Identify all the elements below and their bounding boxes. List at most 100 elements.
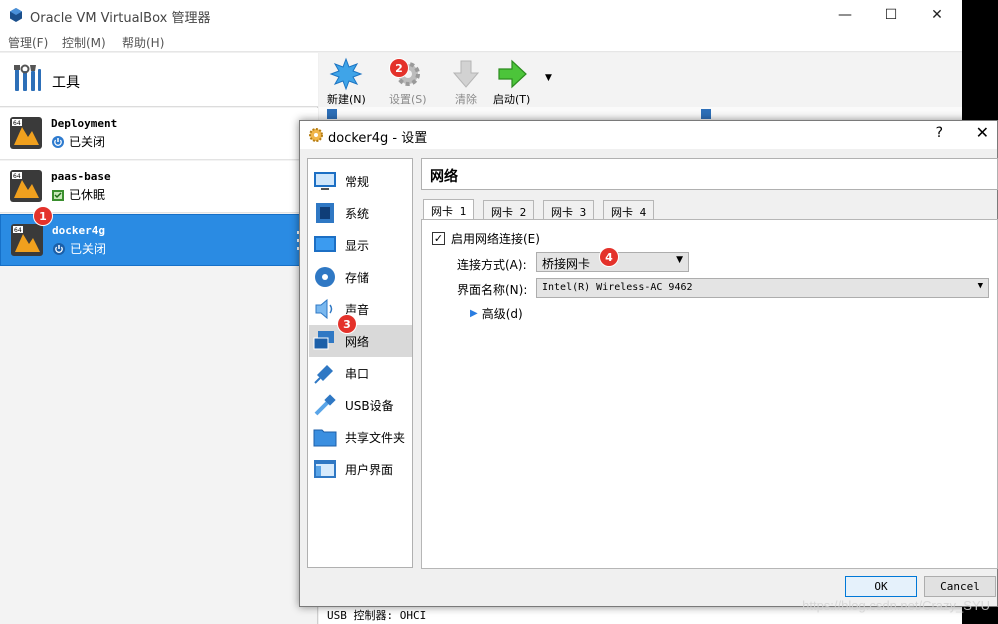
tools-item[interactable]: 工具 [0,53,318,107]
settings-label: 设置(S) [389,93,427,106]
discard-label: 清除 [455,93,477,106]
advanced-label: 高级(d) [481,307,523,321]
tools-label: 工具 [52,75,80,91]
ok-button[interactable]: OK [845,576,917,597]
title-bar: Oracle VM VirtualBox 管理器 — ☐ ✕ [0,0,962,30]
close-window-button[interactable]: ✕ [914,0,960,30]
usb-icon [314,394,336,416]
adapter-tab-content: ✓ 启用网络连接(E) 连接方式(A): 桥接网卡 ▼ 界面名称(N): Int… [421,219,998,569]
enable-adapter-checkbox[interactable]: ✓ [432,232,445,245]
interface-name-value: Intel(R) Wireless-AC 9462 [542,282,693,293]
power-icon [52,135,64,148]
general-section-icon [327,109,337,119]
vm-os-64bit-icon: 64 [10,117,42,149]
start-label: 启动(T) [493,93,531,106]
folder-icon [313,429,337,447]
tab-adapter-4[interactable]: 网卡 4 [603,200,655,220]
annotation-badge-1: 1 [34,207,52,225]
main-toolbar: 新建(N) 设置(S) 清除 启动(T) ▼ [319,53,962,107]
vm-status-text: 已休眠 [69,188,106,202]
vm-item-paas-base[interactable]: 64 paas-base 已休眠 [0,161,318,213]
window-title: Oracle VM VirtualBox 管理器 [30,11,211,26]
vm-os-64bit-icon: 64 [10,170,42,202]
annotation-badge-4: 4 [600,248,618,266]
chevron-down-icon: ▼ [977,281,983,291]
new-vm-button[interactable]: 新建(N) [327,57,366,107]
vm-name: Deployment [51,117,118,130]
svg-text:64: 64 [13,120,21,127]
category-network[interactable]: 网络 [309,325,412,357]
user-interface-icon [314,460,336,478]
tab-adapter-1[interactable]: 网卡 1 [423,199,475,220]
chevron-down-icon: ▼ [676,255,683,265]
menu-bar: 管理(F) 控制(M) 帮助(H) [0,30,962,52]
category-display[interactable]: 显示 [309,229,412,261]
tab-adapter-3[interactable]: 网卡 3 [543,200,595,220]
enable-adapter-label: 启用网络连接(E) [451,232,540,246]
storage-disk-icon [315,267,335,287]
category-label: 用户界面 [345,462,394,477]
advanced-toggle[interactable]: ▶ 高级(d) [470,305,523,322]
new-star-icon [329,57,363,91]
expand-arrow-icon: ▶ [470,308,478,319]
tools-icon [14,64,41,91]
attached-to-label: 连接方式(A): [457,258,527,272]
start-dropdown-icon[interactable]: ▼ [545,73,552,83]
menu-file[interactable]: 管理(F) [8,34,48,51]
category-label: USB设备 [345,398,394,413]
adapter-tabs: 网卡 1 网卡 2 网卡 3 网卡 4 [421,199,998,220]
vm-status: 已关闭 [51,133,105,150]
interface-name-label: 界面名称(N): [457,283,528,297]
category-label: 网络 [345,334,370,349]
arrow-down-icon [452,60,480,88]
svg-text:64: 64 [14,227,22,234]
category-audio[interactable]: 声音 [309,293,412,325]
preview-section-icon [701,109,711,119]
annotation-badge-2: 2 [390,59,408,77]
category-usb[interactable]: USB设备 [309,389,412,421]
display-monitor-icon [314,236,336,252]
vm-os-64bit-icon: 64 [11,224,43,256]
vm-name: paas-base [51,170,111,183]
dialog-close-button[interactable]: ✕ [976,123,989,142]
svg-text:64: 64 [13,173,21,180]
tab-adapter-2[interactable]: 网卡 2 [483,200,535,220]
watermark-text: https://blog.csdn.net/Crazy_SYU [802,598,990,613]
interface-name-select[interactable]: Intel(R) Wireless-AC 9462 ▼ [536,278,989,298]
system-chip-icon [316,203,334,223]
minimize-button[interactable]: — [822,0,868,30]
start-button[interactable]: 启动(T) [493,57,530,107]
vm-name: docker4g [52,224,105,237]
new-vm-label: 新建(N) [327,93,366,106]
network-icon [313,331,334,350]
category-shared-folders[interactable]: 共享文件夹 [309,421,412,453]
vm-item-deployment[interactable]: 64 Deployment 已关闭 [0,108,318,160]
category-label: 常规 [345,174,370,189]
maximize-button[interactable]: ☐ [868,0,914,30]
category-system[interactable]: 系统 [309,197,412,229]
category-user-interface[interactable]: 用户界面 [309,453,412,485]
settings-category-list: 常规 系统 显示 存储 声音 网络 串口 USB设备 共享文件夹 用户界面 [307,158,413,568]
power-icon [53,242,65,255]
category-general[interactable]: 常规 [309,165,412,197]
serial-port-icon [314,365,333,384]
vm-status: 已关闭 [52,240,106,257]
help-button[interactable]: ? [936,125,943,141]
category-storage[interactable]: 存储 [309,261,412,293]
discard-button[interactable]: 清除 [449,57,483,107]
category-label: 共享文件夹 [345,430,406,445]
cancel-button[interactable]: Cancel [924,576,996,597]
settings-gear-icon [309,128,323,142]
menu-help[interactable]: 帮助(H) [122,34,164,51]
vm-status: 已休眠 [51,186,105,203]
settings-dialog: docker4g - 设置 ? ✕ 常规 系统 显示 存储 声音 网络 串口 U… [299,120,998,607]
menu-machine[interactable]: 控制(M) [62,34,106,51]
start-arrow-icon [498,59,527,89]
category-serial[interactable]: 串口 [309,357,412,389]
details-panel-header [319,107,962,121]
vm-status-text: 已关闭 [69,135,106,149]
virtualbox-logo-icon [10,8,22,22]
category-label: 显示 [345,238,370,253]
category-label: 存储 [345,270,370,285]
dialog-title-bar: docker4g - 设置 ? ✕ [300,121,997,149]
